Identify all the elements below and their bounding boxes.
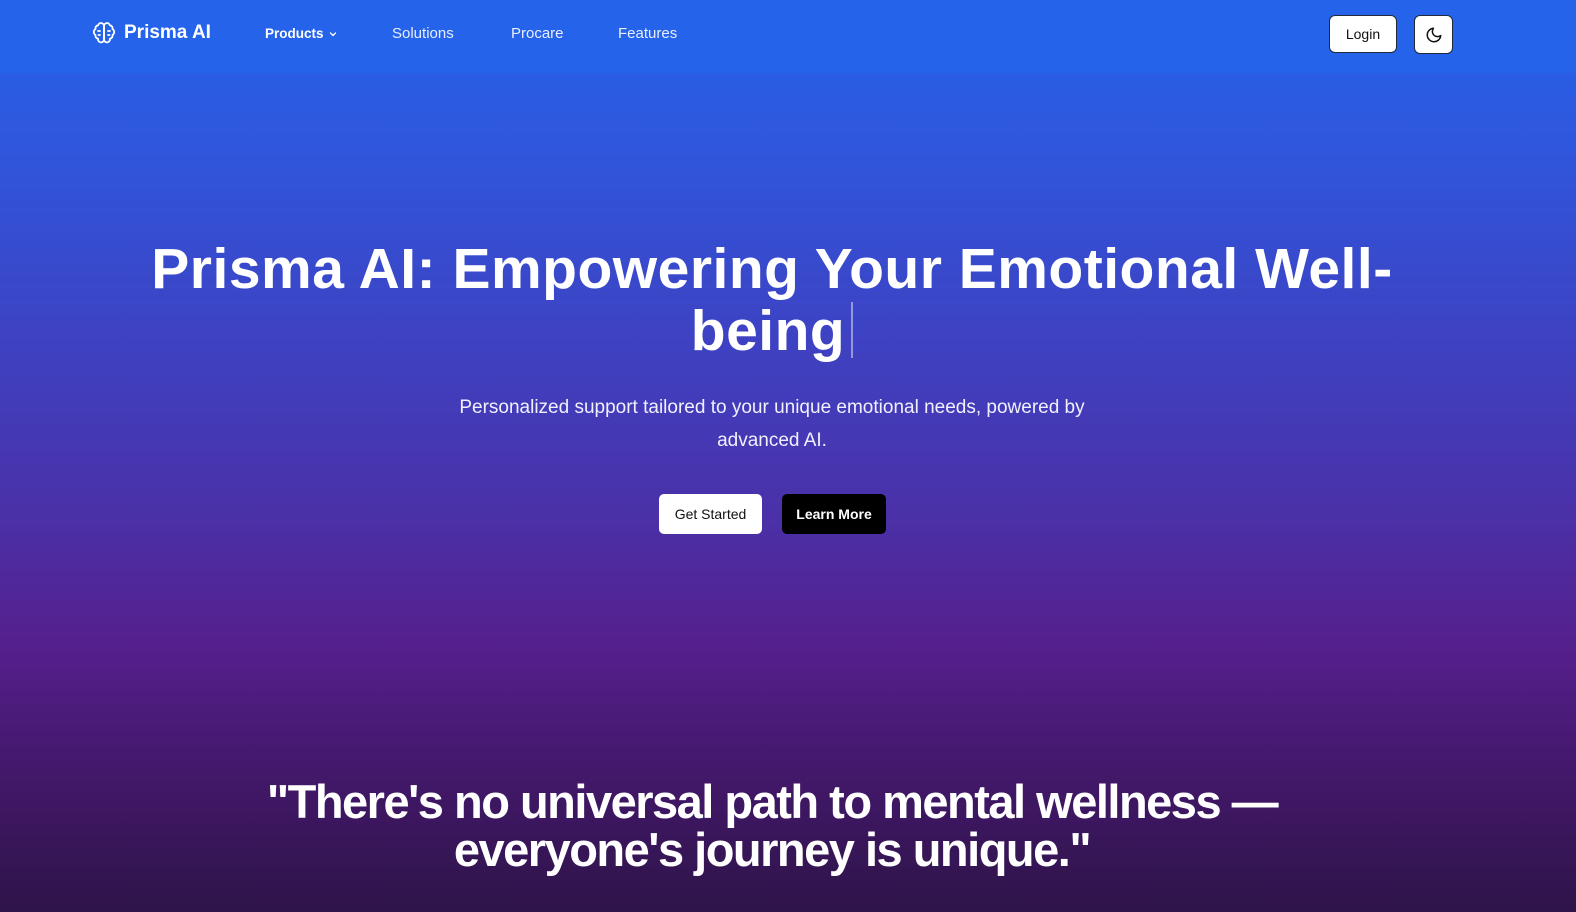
nav-features[interactable]: Features [618, 25, 677, 42]
chevron-down-icon [329, 31, 336, 36]
hero-title: Prisma AI: Empowering Your Emotional Wel… [100, 238, 1444, 362]
moon-icon [1426, 27, 1441, 42]
nav-procare[interactable]: Procare [511, 25, 564, 42]
get-started-button[interactable]: Get Started [659, 494, 762, 534]
brand-name: Prisma AI [124, 22, 211, 43]
hero-title-text: Prisma AI: Empowering Your Emotional Wel… [151, 237, 1393, 363]
top-navbar: Prisma AI Products Solutions Procare Fea… [0, 0, 1576, 73]
login-button[interactable]: Login [1329, 15, 1397, 53]
nav-solutions[interactable]: Solutions [392, 25, 454, 42]
brand-logo[interactable]: Prisma AI [92, 21, 211, 45]
nav-products-label: Products [265, 26, 324, 41]
quote-text: "There's no universal path to mental wel… [266, 775, 1279, 876]
theme-toggle-button[interactable] [1414, 15, 1453, 54]
nav-products[interactable]: Products [265, 26, 338, 41]
brain-icon [92, 22, 116, 44]
text-cursor [851, 302, 854, 358]
learn-more-button[interactable]: Learn More [782, 494, 886, 534]
hero-subtitle: Personalized support tailored to your un… [459, 397, 1085, 451]
